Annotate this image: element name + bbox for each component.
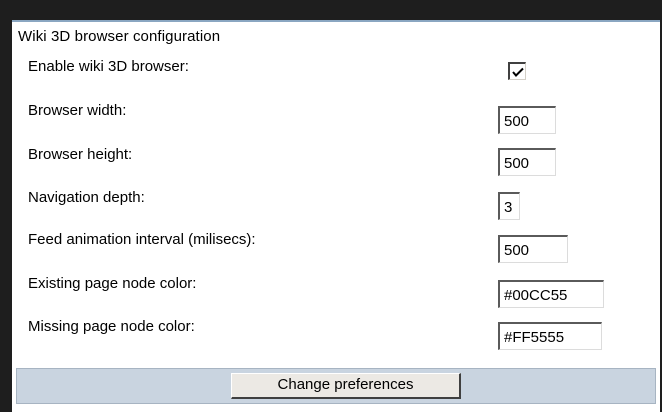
enable-label: Enable wiki 3D browser: (28, 58, 189, 75)
height-input[interactable]: 500 (498, 148, 556, 176)
depth-label: Navigation depth: (28, 189, 145, 206)
window-frame: Wiki 3D browser configuration Enable wik… (0, 0, 662, 412)
existing-color-label: Existing page node color: (28, 275, 197, 292)
enable-checkbox[interactable] (508, 62, 526, 80)
depth-input[interactable]: 3 (498, 192, 520, 220)
config-panel: Wiki 3D browser configuration Enable wik… (12, 20, 660, 412)
feed-interval-input[interactable]: 500 (498, 235, 568, 263)
section-title: Wiki 3D browser configuration (18, 28, 221, 45)
form-footer: Change preferences (16, 368, 656, 404)
feed-interval-label: Feed animation interval (milisecs): (28, 231, 256, 248)
checkmark-icon (512, 67, 524, 77)
existing-color-input[interactable]: #00CC55 (498, 280, 604, 308)
height-label: Browser height: (28, 146, 133, 163)
missing-color-label: Missing page node color: (28, 318, 195, 335)
change-preferences-button[interactable]: Change preferences (231, 373, 461, 399)
width-label: Browser width: (28, 102, 127, 119)
missing-color-input[interactable]: #FF5555 (498, 322, 602, 350)
width-input[interactable]: 500 (498, 106, 556, 134)
